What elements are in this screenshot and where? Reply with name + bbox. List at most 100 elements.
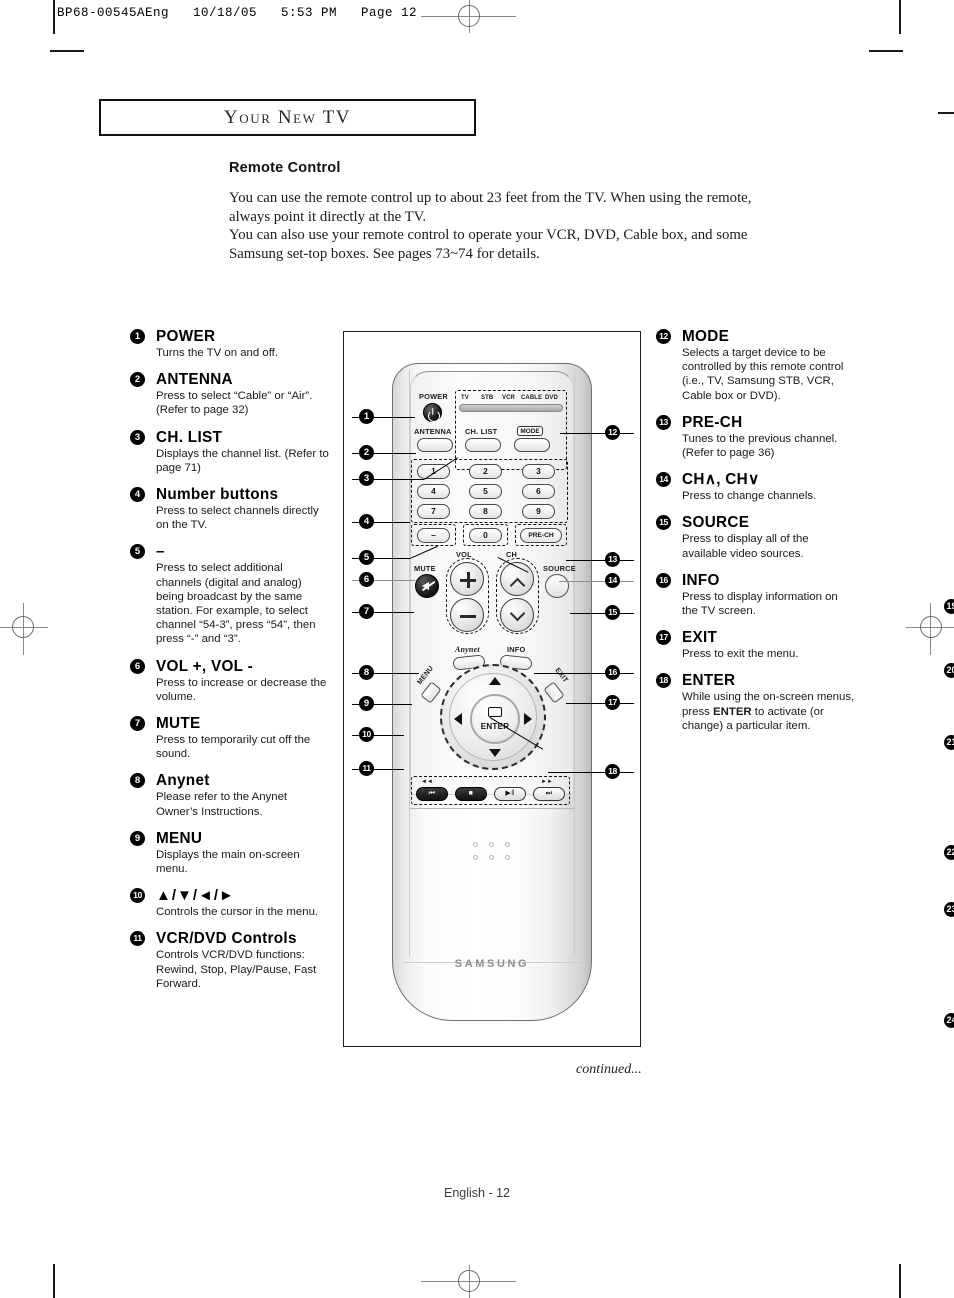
- legend-description: Press to select additional channels (dig…: [156, 562, 316, 646]
- leader-line-13: [566, 560, 634, 562]
- chevron-down-icon: [509, 605, 526, 622]
- legend-term: MUTE: [156, 715, 201, 733]
- callout-5: 5: [359, 550, 374, 565]
- legend-description: Tunes to the previous channel. (Refer to…: [682, 432, 838, 460]
- legend-term: EXIT: [682, 629, 718, 647]
- arrow-up-icon[interactable]: [489, 677, 501, 685]
- prech-button[interactable]: PRE-CH: [520, 528, 562, 543]
- callout-4: 4: [359, 514, 374, 529]
- number-button-2[interactable]: 2: [469, 464, 502, 479]
- legend-term: POWER: [156, 328, 216, 345]
- antenna-label: ANTENNA: [414, 427, 452, 436]
- enter-button[interactable]: ENTER: [470, 694, 520, 744]
- left-legend-column: 1 POWER Turns the TV on and off. 2 ANTEN…: [130, 328, 330, 1002]
- brand-logo: SAMSUNG: [454, 958, 530, 970]
- legend-description: Press to exit the menu.: [682, 648, 799, 661]
- callout-18: 18: [605, 764, 620, 779]
- enter-glyph-icon: [488, 707, 502, 717]
- info-label: INFO: [507, 645, 526, 654]
- mode-indicator-bar: [459, 404, 563, 412]
- continued-note: continued...: [576, 1062, 642, 1077]
- number-button-5[interactable]: 5: [469, 484, 502, 499]
- number-button-6[interactable]: 6: [522, 484, 555, 499]
- mode-device-label-cable: CABLE: [521, 395, 543, 401]
- legend-term: MODE: [682, 328, 730, 345]
- mode-key-label: MODE: [517, 426, 543, 436]
- legend-number-2: 2: [130, 372, 145, 388]
- clipped-callout-19: 19: [944, 599, 954, 614]
- mode-device-label-dvd: DVD: [545, 395, 558, 401]
- clipped-callout-21: 21: [944, 735, 954, 750]
- legend-description: Displays the channel list. (Refer to pag…: [156, 447, 329, 474]
- trim-mark-bottom-right: [899, 1264, 901, 1298]
- legend-number-13: 13: [656, 414, 671, 430]
- remote-seam-right: [574, 370, 575, 956]
- legend-item-dash: 5 – Press to select additional channels …: [130, 543, 330, 646]
- legend-description: Displays the main on-screen menu.: [156, 848, 300, 876]
- chapter-title: Your New TV: [223, 106, 352, 128]
- source-button[interactable]: [545, 574, 569, 598]
- legend-term: ENTER: [682, 672, 736, 690]
- stop-button[interactable]: ■: [455, 787, 487, 801]
- fast-forward-button[interactable]: ⏭: [533, 787, 565, 801]
- callout-11: 11: [359, 761, 374, 776]
- zero-button[interactable]: 0: [469, 528, 502, 543]
- clipped-callout-22: 22: [944, 845, 954, 860]
- legend-number-15: 15: [656, 515, 671, 531]
- callout-13: 13: [605, 552, 620, 567]
- number-button-4[interactable]: 4: [417, 484, 450, 499]
- legend-number-11: 11: [130, 931, 145, 947]
- leader-line-18: [548, 772, 634, 774]
- number-button-3[interactable]: 3: [522, 464, 555, 479]
- leader-line-17: [566, 703, 634, 705]
- clipped-callout-20: 20: [944, 663, 954, 678]
- legend-item-volume: 6 VOL +, VOL - Press to increase or decr…: [130, 658, 330, 704]
- speaker-dot-grid: [473, 842, 513, 864]
- arrow-right-icon[interactable]: [524, 713, 532, 725]
- chevron-up-icon: [509, 577, 526, 594]
- legend-item-pre-ch: 13 PRE-CH Tunes to the previous channel.…: [656, 414, 856, 460]
- legend-number-18: 18: [656, 673, 671, 689]
- legend-description: Press to temporarily cut off the sound.: [156, 734, 311, 761]
- plus-icon: [466, 572, 470, 588]
- number-button-7[interactable]: 7: [417, 504, 450, 519]
- dash-button[interactable]: –: [417, 528, 450, 543]
- legend-item-anynet: 8 Anynet Please refer to the Anynet Owne…: [130, 772, 330, 818]
- legend-item-enter: 18 ENTER While using the on-screen menus…: [656, 672, 856, 733]
- navigation-dpad[interactable]: ENTER: [440, 664, 546, 770]
- number-button-9[interactable]: 9: [522, 504, 555, 519]
- legend-item-ch-list: 3 CH. LIST Displays the channel list. (R…: [130, 429, 330, 475]
- legend-description: Press to display all of the available vi…: [682, 533, 809, 560]
- legend-item-mute: 7 MUTE Press to temporarily cut off the …: [130, 715, 330, 761]
- callout-10: 10: [359, 727, 374, 742]
- channel-down-button[interactable]: [500, 598, 534, 632]
- legend-number-12: 12: [656, 329, 671, 344]
- intro-line: Samsung set-top boxes. See pages 73~74 f…: [229, 245, 540, 262]
- power-label: POWER: [419, 392, 448, 401]
- legend-description: Press to select channels directly on the…: [156, 505, 319, 532]
- rewind-hint-label: ◄◄: [421, 779, 434, 785]
- legend-description: Controls VCR/DVD functions: Rewind, Stop…: [156, 949, 317, 990]
- legend-description: Press to change channels.: [682, 490, 817, 503]
- legend-number-17: 17: [656, 630, 671, 646]
- mode-button[interactable]: [514, 438, 550, 452]
- legend-term: INFO: [682, 571, 720, 589]
- rewind-button[interactable]: ⏮: [416, 787, 448, 801]
- play-pause-button[interactable]: ▶‖: [494, 787, 526, 801]
- mute-button[interactable]: [415, 574, 439, 598]
- callout-9: 9: [359, 696, 374, 711]
- arrow-down-icon[interactable]: [489, 749, 501, 757]
- legend-description: Controls the cursor in the menu.: [156, 906, 319, 919]
- callout-12: 12: [605, 425, 620, 440]
- arrow-left-icon[interactable]: [454, 713, 462, 725]
- number-button-8[interactable]: 8: [469, 504, 502, 519]
- legend-number-3: 3: [130, 429, 145, 445]
- antenna-button[interactable]: [417, 438, 453, 452]
- ch-list-button[interactable]: [465, 438, 501, 452]
- mode-device-label-stb: STB: [481, 395, 494, 401]
- trim-mark-top-left: [53, 0, 55, 34]
- volume-down-button[interactable]: [450, 598, 484, 632]
- power-button[interactable]: [423, 403, 442, 422]
- volume-up-button[interactable]: [450, 562, 484, 596]
- mode-device-label-vcr: VCR: [502, 395, 515, 401]
